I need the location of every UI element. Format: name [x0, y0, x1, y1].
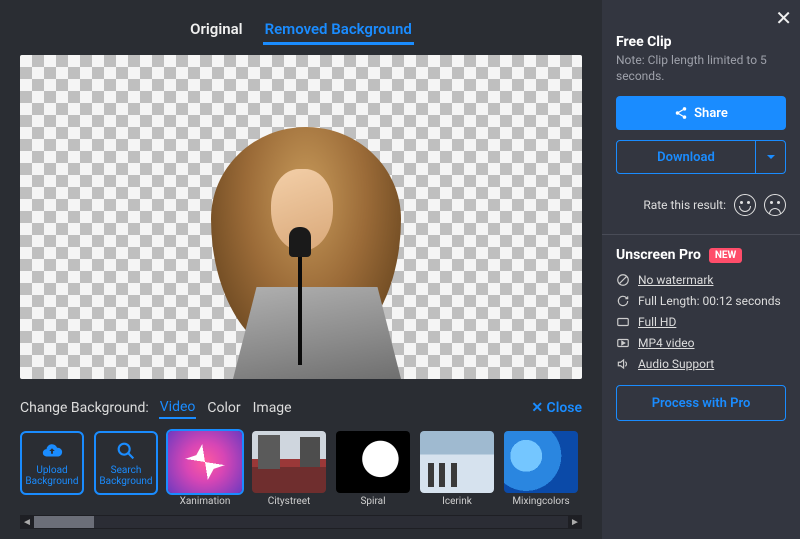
- feature-full-hd[interactable]: Full HD: [616, 315, 786, 329]
- search-background-label: Search Background: [96, 465, 156, 487]
- bg-tab-image[interactable]: Image: [252, 398, 293, 418]
- chevron-down-icon: [766, 152, 776, 162]
- bg-tab-video[interactable]: Video: [159, 397, 197, 419]
- hd-icon: [616, 315, 630, 329]
- new-badge: NEW: [709, 248, 742, 263]
- pro-features: No watermark Full Length: 00:12 seconds …: [616, 273, 786, 371]
- search-icon: [115, 440, 137, 462]
- close-picker-label: Close: [547, 400, 582, 416]
- close-sidebar-button[interactable]: ✕: [775, 6, 792, 30]
- pro-title: Unscreen Pro: [616, 247, 701, 263]
- preview-subject: [161, 119, 441, 379]
- sidebar: ✕ Free Clip Note: Clip length limited to…: [602, 0, 800, 539]
- process-with-pro-button[interactable]: Process with Pro: [616, 385, 786, 421]
- scrollbar-handle[interactable]: [34, 516, 94, 528]
- play-icon: [616, 336, 630, 350]
- bg-thumb-citystreet[interactable]: [252, 431, 326, 493]
- rate-row: Rate this result:: [616, 194, 786, 216]
- bg-thumb-label: Mixingcolors: [512, 496, 569, 507]
- download-button[interactable]: Download: [616, 140, 756, 174]
- feature-no-watermark[interactable]: No watermark: [616, 273, 786, 287]
- bg-tab-color[interactable]: Color: [206, 398, 241, 418]
- share-icon: [674, 106, 688, 120]
- download-dropdown-toggle[interactable]: [756, 140, 786, 174]
- rate-label: Rate this result:: [643, 198, 726, 212]
- share-button-label: Share: [694, 106, 728, 121]
- upload-background-label: Upload Background: [22, 465, 82, 487]
- background-picker: Upload Background Search Background Xani…: [20, 425, 582, 509]
- tab-original[interactable]: Original: [188, 16, 244, 45]
- process-button-label: Process with Pro: [652, 396, 751, 411]
- no-watermark-icon: [616, 273, 630, 287]
- share-button[interactable]: Share: [616, 96, 786, 130]
- tab-removed-background[interactable]: Removed Background: [263, 16, 414, 45]
- bg-thumb-spiral[interactable]: [336, 431, 410, 493]
- picker-scrollbar: ◄ ►: [20, 515, 582, 529]
- download-button-label: Download: [657, 150, 715, 165]
- upload-background-button[interactable]: Upload Background: [20, 431, 84, 495]
- pro-header: Unscreen Pro NEW: [616, 247, 786, 263]
- scroll-right-arrow[interactable]: ►: [568, 515, 582, 529]
- change-background-label: Change Background:: [20, 400, 149, 416]
- free-clip-title: Free Clip: [616, 34, 786, 50]
- scroll-left-arrow[interactable]: ◄: [20, 515, 34, 529]
- free-clip-note: Note: Clip length limited to 5 seconds.: [616, 52, 786, 84]
- feature-mp4[interactable]: MP4 video: [616, 336, 786, 350]
- feature-full-length: Full Length: 00:12 seconds: [616, 294, 786, 308]
- divider: [602, 234, 800, 235]
- bg-thumb-icerink[interactable]: [420, 431, 494, 493]
- bg-thumb-label: Icerink: [442, 496, 472, 507]
- feature-audio[interactable]: Audio Support: [616, 357, 786, 371]
- bg-thumb-xanimation[interactable]: [168, 431, 242, 493]
- rate-good-button[interactable]: [734, 194, 756, 216]
- bg-thumb-mixingcolors[interactable]: [504, 431, 578, 493]
- bg-thumb-label: Spiral: [360, 496, 385, 507]
- background-picker-header: Change Background: Video Color Image ✕ C…: [20, 389, 582, 425]
- main-panel: Original Removed Background Change Backg…: [0, 0, 602, 539]
- bg-thumb-label: Xanimation: [180, 496, 231, 507]
- close-picker[interactable]: ✕ Close: [531, 400, 582, 416]
- cloud-upload-icon: [41, 440, 63, 462]
- preview-tabs: Original Removed Background: [20, 10, 582, 55]
- scrollbar-track[interactable]: [34, 516, 568, 528]
- search-background-button[interactable]: Search Background: [94, 431, 158, 495]
- bg-thumb-label: Citystreet: [268, 496, 311, 507]
- refresh-icon: [616, 294, 630, 308]
- preview-canvas: [20, 55, 582, 379]
- audio-icon: [616, 357, 630, 371]
- rate-bad-button[interactable]: [764, 194, 786, 216]
